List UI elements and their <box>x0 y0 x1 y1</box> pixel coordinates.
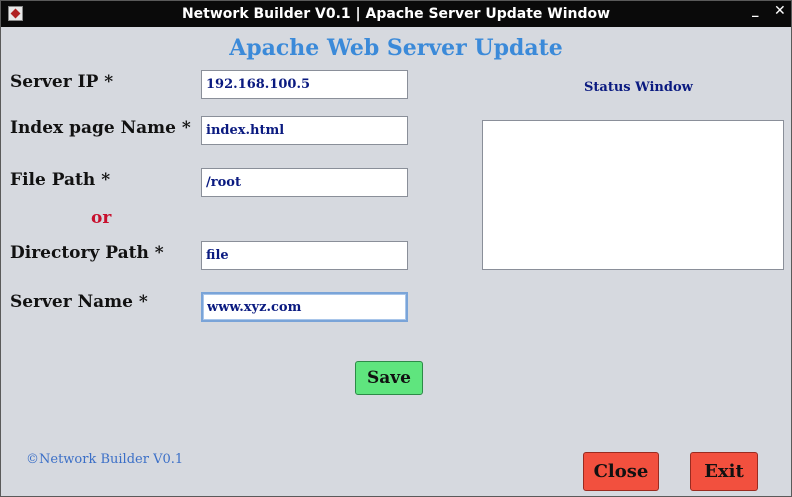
close-button[interactable]: Close <box>583 452 659 491</box>
status-window-label: Status Window <box>584 80 693 95</box>
directory-path-input[interactable] <box>201 241 408 270</box>
or-label: or <box>91 208 112 228</box>
index-page-input[interactable] <box>201 116 408 145</box>
save-button[interactable]: Save <box>355 361 423 395</box>
file-path-label: File Path * <box>10 170 111 190</box>
apache-update-window: Network Builder V0.1 | Apache Server Upd… <box>0 0 792 497</box>
server-ip-input[interactable] <box>201 70 408 99</box>
server-ip-label: Server IP * <box>10 72 114 92</box>
server-name-label: Server Name * <box>10 292 148 312</box>
status-window-area[interactable] <box>482 120 784 270</box>
footer-copyright: ©Network Builder V0.1 <box>26 452 184 467</box>
exit-button[interactable]: Exit <box>690 452 758 491</box>
page-heading: Apache Web Server Update <box>229 35 563 61</box>
file-path-input[interactable] <box>201 168 408 197</box>
title-bar[interactable]: Network Builder V0.1 | Apache Server Upd… <box>1 1 791 27</box>
server-name-input[interactable] <box>201 292 408 322</box>
window-title: Network Builder V0.1 | Apache Server Upd… <box>181 6 611 22</box>
index-page-label: Index page Name * <box>10 118 191 138</box>
minimize-icon[interactable]: _ <box>752 3 759 18</box>
close-window-icon[interactable]: ✕ <box>774 3 786 19</box>
directory-path-label: Directory Path * <box>10 243 164 263</box>
